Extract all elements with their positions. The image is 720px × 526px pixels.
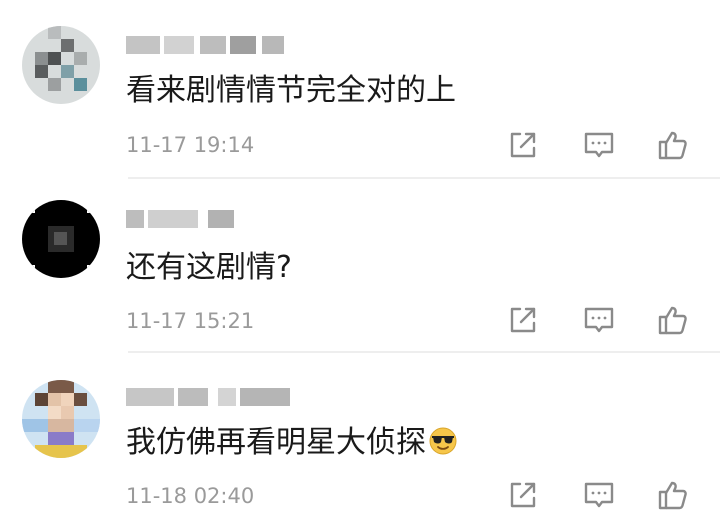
comment-item: 还有这剧情? 11-17 15:21 — [0, 178, 720, 351]
comment-text: 看来剧情情节完全对的上 — [126, 73, 456, 108]
comment-icon[interactable] — [582, 128, 616, 162]
comment-time: 11-18 02:40 — [126, 484, 255, 508]
thumbs-up-icon[interactable] — [656, 478, 690, 512]
comment-list: 看来剧情情节完全对的上 11-17 19:14 还有这剧情? 11-17 15:… — [0, 0, 720, 526]
thumbs-up-icon[interactable] — [656, 128, 690, 162]
avatar[interactable] — [22, 200, 100, 278]
share-icon[interactable] — [506, 478, 540, 512]
comment-item: 我仿佛再看明星大侦探 11-18 02:40 — [0, 352, 720, 526]
comment-time: 11-17 15:21 — [126, 309, 255, 333]
comment-icon[interactable] — [582, 303, 616, 337]
comment-text-content: 我仿佛再看明星大侦探 — [126, 425, 426, 460]
comment-icon[interactable] — [582, 478, 616, 512]
comment-item: 看来剧情情节完全对的上 11-17 19:14 — [0, 0, 720, 178]
share-icon[interactable] — [506, 128, 540, 162]
comment-text: 还有这剧情? — [126, 250, 292, 285]
thumbs-up-icon[interactable] — [656, 303, 690, 337]
share-icon[interactable] — [506, 303, 540, 337]
sunglasses-emoji — [429, 427, 457, 455]
comment-time: 11-17 19:14 — [126, 133, 255, 157]
avatar[interactable] — [22, 380, 100, 458]
avatar[interactable] — [22, 26, 100, 104]
comment-text: 我仿佛再看明星大侦探 — [126, 424, 458, 462]
